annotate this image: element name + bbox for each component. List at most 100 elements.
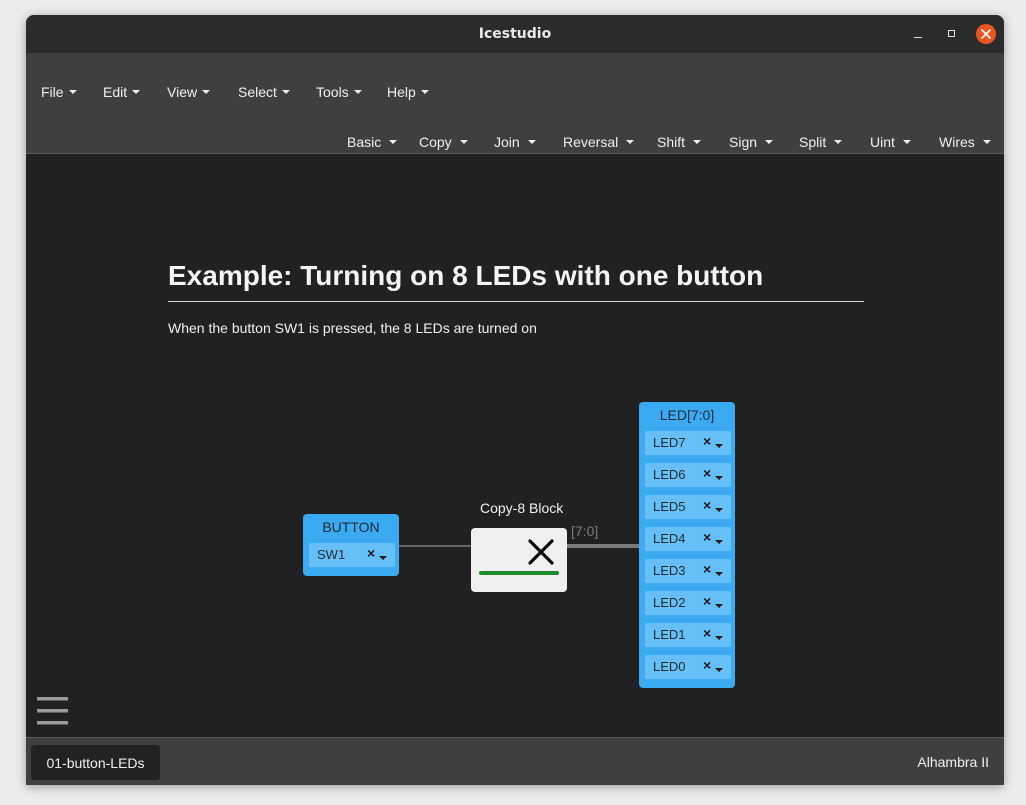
toolbar-join[interactable]: Join [494,134,536,150]
toolbar-sign-label: Sign [729,134,758,150]
toolbar-split-label: Split [799,134,827,150]
pin-label: LED0 [653,659,686,674]
menu-edit[interactable]: Edit [103,84,141,100]
chevron-down-icon [202,90,211,94]
clear-icon[interactable]: × [367,545,375,561]
maximize-button[interactable] [942,24,962,44]
toolbar-join-label: Join [494,134,520,150]
pin-label: LED7 [653,435,686,450]
chevron-down-icon [765,140,774,144]
pin-label: LED6 [653,467,686,482]
pin-select-led5[interactable]: LED5 × [645,495,731,519]
toolbar-uint-label: Uint [870,134,895,150]
chevron-down-icon [353,90,362,94]
clear-icon[interactable]: × [703,433,711,449]
toolbar-wires[interactable]: Wires [939,134,991,150]
chevron-down-icon [527,140,536,144]
copy-8-block[interactable] [471,528,567,592]
chevron-down-icon [626,140,635,144]
clear-icon[interactable]: × [703,593,711,609]
pin-select-sw1[interactable]: SW1 × [309,543,395,567]
clear-icon[interactable]: × [703,657,711,673]
toolbar-reversal[interactable]: Reversal [563,134,635,150]
copy-x-icon [528,539,554,565]
pin-label: LED1 [653,627,686,642]
status-bar: 01-button-LEDs Alhambra II [26,737,1004,785]
window-title: Icestudio [478,26,552,42]
menu-edit-label: Edit [103,84,128,100]
close-button[interactable] [976,24,996,44]
chevron-down-icon[interactable] [715,636,723,640]
title-bar: Icestudio [26,15,1004,53]
chevron-down-icon[interactable] [715,604,723,608]
button-block-title: BUTTON [322,519,380,535]
chevron-down-icon[interactable] [715,476,723,480]
pin-select-led4[interactable]: LED4 × [645,527,731,551]
design-canvas[interactable]: Example: Turning on 8 LEDs with one butt… [26,154,1004,737]
toolbar-basic-label: Basic [347,134,382,150]
menu-view[interactable]: View [167,84,211,100]
chevron-down-icon[interactable] [715,572,723,576]
pin-label: LED3 [653,563,686,578]
toolbar-split[interactable]: Split [799,134,843,150]
toolbar-shift-label: Shift [657,134,686,150]
menu-file[interactable]: File [41,84,77,100]
pin-select-led2[interactable]: LED2 × [645,591,731,615]
menu-help[interactable]: Help [387,84,429,100]
chevron-down-icon [68,90,77,94]
menu-file-label: File [41,84,64,100]
chevron-down-icon [389,140,398,144]
pin-label: LED5 [653,499,686,514]
chevron-down-icon[interactable] [715,508,723,512]
hamburger-menu-icon[interactable] [37,697,69,725]
led-block-title: LED[7:0] [659,407,715,423]
pin-select-led6[interactable]: LED6 × [645,463,731,487]
chevron-down-icon [902,140,911,144]
menu-bar: File Edit View Select Tools Help Basic C… [26,53,1004,154]
chevron-down-icon[interactable] [715,668,723,672]
pin-select-led7[interactable]: LED7 × [645,431,731,455]
menu-tools[interactable]: Tools [316,84,362,100]
chevron-down-icon[interactable] [715,444,723,448]
menu-select[interactable]: Select [238,84,290,100]
copy-status-bar [479,571,559,575]
toolbar-copy[interactable]: Copy [419,134,468,150]
pin-select-led0[interactable]: LED0 × [645,655,731,679]
button-input-block[interactable]: BUTTON SW1 × [303,514,399,576]
toolbar-reversal-label: Reversal [563,134,619,150]
chevron-down-icon [132,90,141,94]
pin-select-led1[interactable]: LED1 × [645,623,731,647]
app-window: Icestudio File Edit View Select Tools He… [26,15,1004,785]
clear-icon[interactable]: × [703,625,711,641]
minimize-button[interactable] [908,24,928,44]
chevron-down-icon [693,140,702,144]
pin-label: SW1 [317,547,346,562]
toolbar-shift[interactable]: Shift [657,134,702,150]
toolbar-copy-label: Copy [419,134,452,150]
pin-label: LED4 [653,531,686,546]
pin-label: LED2 [653,595,686,610]
chevron-down-icon [459,140,468,144]
close-icon [981,29,991,39]
chevron-down-icon[interactable] [715,540,723,544]
toolbar-uint[interactable]: Uint [870,134,911,150]
toolbar-wires-label: Wires [939,134,975,150]
led-output-block[interactable]: LED[7:0] LED7 × LED6 × LED5 × LED4 × LED… [639,402,735,688]
chevron-down-icon [281,90,290,94]
chevron-down-icon [982,140,991,144]
toolbar-sign[interactable]: Sign [729,134,774,150]
bus-width-label: [7:0] [571,523,599,539]
menu-tools-label: Tools [316,84,349,100]
file-tab[interactable]: 01-button-LEDs [31,745,160,780]
toolbar-basic[interactable]: Basic [347,134,398,150]
clear-icon[interactable]: × [703,497,711,513]
pin-select-led3[interactable]: LED3 × [645,559,731,583]
wires-layer [399,544,639,548]
clear-icon[interactable]: × [703,529,711,545]
copy-block-label: Copy-8 Block [480,500,564,516]
chevron-down-icon [834,140,843,144]
board-name[interactable]: Alhambra II [917,754,989,770]
clear-icon[interactable]: × [703,465,711,481]
clear-icon[interactable]: × [703,561,711,577]
chevron-down-icon[interactable] [379,556,387,560]
